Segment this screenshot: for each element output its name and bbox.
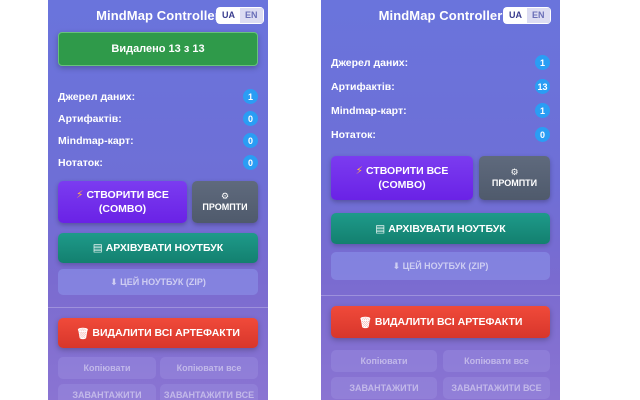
copy-button[interactable]: Копіювати xyxy=(58,357,156,379)
section-divider xyxy=(321,295,560,296)
delete-all-artifacts-button[interactable]: 🗑 ВИДАЛИТИ ВСІ АРТЕФАКТИ xyxy=(58,318,258,348)
copy-all-button[interactable]: Копіювати все xyxy=(443,350,550,372)
stat-sources-badge: 1 xyxy=(243,89,258,104)
download-label: ЗАВАНТАЖИТИ xyxy=(72,390,142,400)
stat-notes-label: Нотаток: xyxy=(331,128,376,141)
download-button[interactable]: ЗАВАНТАЖИТИ xyxy=(58,384,156,400)
stat-mindmaps-label: Mindmap-карт: xyxy=(331,104,407,117)
app-title: MindMap Controller xyxy=(378,7,503,23)
archive-notebook-button[interactable]: ▤ АРХІВУВАТИ НОУТБУК xyxy=(331,213,550,244)
delete-all-label: ВИДАЛИТИ ВСІ АРТЕФАКТИ xyxy=(374,316,523,328)
copy-all-label: Копіювати все xyxy=(464,356,529,366)
copy-label: Копіювати xyxy=(360,356,408,366)
stat-mindmaps-label: Mindmap-карт: xyxy=(58,134,134,147)
lightning-icon: ⚡ xyxy=(76,189,84,201)
extension-panel-right: MindMap Controller UA EN Джерел даних: 1… xyxy=(321,0,560,400)
language-switcher: UA EN xyxy=(216,7,264,24)
stat-sources: Джерел даних: 1 xyxy=(58,89,258,104)
screenshot-stage: MindMap Controller UA EN Видалено 13 з 1… xyxy=(0,0,640,400)
stat-notes-badge: 0 xyxy=(535,127,550,142)
delete-all-artifacts-button[interactable]: 🗑 ВИДАЛИТИ ВСІ АРТЕФАКТИ xyxy=(331,306,550,338)
panel-header: MindMap Controller UA EN xyxy=(321,0,560,30)
stat-sources: Джерел даних: 1 xyxy=(331,55,550,70)
create-all-line1: ⚡ СТВОРИТИ ВСЕ xyxy=(355,165,449,177)
create-all-line1: ⚡ СТВОРИТИ ВСЕ xyxy=(76,189,169,201)
lang-ua-button[interactable]: UA xyxy=(217,8,240,23)
stat-artifacts-badge: 13 xyxy=(535,79,550,94)
archive-icon: ▤ xyxy=(92,242,103,254)
copy-label: Копіювати xyxy=(83,363,131,373)
archive-notebook-label: АРХІВУВАТИ НОУТБУК xyxy=(105,242,224,254)
delete-all-label: ВИДАЛИТИ ВСІ АРТЕФАКТИ xyxy=(92,327,240,339)
download-label: ЗАВАНТАЖИТИ xyxy=(349,383,419,393)
stat-mindmaps-badge: 0 xyxy=(243,133,258,148)
status-banner-text: Видалено 13 з 13 xyxy=(111,43,205,55)
create-all-line2: (COMBO) xyxy=(378,179,426,191)
gear-icon: ⚙ xyxy=(510,167,519,177)
language-switcher: UA EN xyxy=(503,7,551,24)
stat-notes: Нотаток: 0 xyxy=(331,127,550,142)
stat-artifacts-label: Артифактів: xyxy=(331,80,395,93)
app-title: MindMap Controller xyxy=(96,7,220,23)
stat-notes: Нотаток: 0 xyxy=(58,155,258,170)
lang-en-button[interactable]: EN xyxy=(240,8,263,23)
download-all-button[interactable]: ЗАВАНТАЖИТИ ВСЕ xyxy=(160,384,258,400)
create-all-combo-button[interactable]: ⚡ СТВОРИТИ ВСЕ (COMBO) xyxy=(331,156,473,200)
archive-icon: ▤ xyxy=(375,222,386,235)
panel-header: MindMap Controller UA EN xyxy=(48,0,268,30)
archive-notebook-label: АРХІВУВАТИ НОУТБУК xyxy=(388,222,506,235)
copy-all-button[interactable]: Копіювати все xyxy=(160,357,258,379)
stat-artifacts-label: Артифактів: xyxy=(58,112,122,125)
trash-icon: 🗑 xyxy=(358,316,372,329)
stat-notes-label: Нотаток: xyxy=(58,156,103,169)
section-divider xyxy=(48,307,268,308)
stat-notes-badge: 0 xyxy=(243,155,258,170)
download-zip-button[interactable]: ⬇ ЦЕЙ НОУТБУК (ZIP) xyxy=(58,269,258,295)
trash-icon: 🗑 xyxy=(76,327,90,340)
stat-mindmaps: Mindmap-карт: 1 xyxy=(331,103,550,118)
download-button[interactable]: ЗАВАНТАЖИТИ xyxy=(331,377,437,399)
stat-artifacts: Артифактів: 0 xyxy=(58,111,258,126)
download-zip-label: ⬇ ЦЕЙ НОУТБУК (ZIP) xyxy=(110,276,206,287)
stat-sources-label: Джерел даних: xyxy=(331,56,409,69)
prompts-button[interactable]: ⚙ ПРОМПТИ xyxy=(192,181,258,223)
create-all-line2: (COMBO) xyxy=(98,203,147,215)
lightning-icon: ⚡ xyxy=(355,165,363,177)
create-all-combo-button[interactable]: ⚡ СТВОРИТИ ВСЕ (COMBO) xyxy=(58,181,187,223)
download-zip-label: ⬇ ЦЕЙ НОУТБУК (ZIP) xyxy=(392,260,489,271)
prompts-button[interactable]: ⚙ ПРОМПТИ xyxy=(479,156,550,200)
stat-artifacts: Артифактів: 13 xyxy=(331,79,550,94)
stat-artifacts-badge: 0 xyxy=(243,111,258,126)
download-all-button[interactable]: ЗАВАНТАЖИТИ ВСЕ xyxy=(443,377,550,399)
extension-panel-left: MindMap Controller UA EN Видалено 13 з 1… xyxy=(48,0,268,400)
stat-mindmaps-badge: 1 xyxy=(535,103,550,118)
prompts-label: ПРОМПТИ xyxy=(202,202,248,212)
stat-sources-badge: 1 xyxy=(535,55,550,70)
lang-en-button[interactable]: EN xyxy=(527,8,550,23)
copy-all-label: Копіювати все xyxy=(176,363,242,373)
stat-sources-label: Джерел даних: xyxy=(58,90,136,103)
copy-button[interactable]: Копіювати xyxy=(331,350,437,372)
prompts-label: ПРОМПТИ xyxy=(491,178,538,188)
lang-ua-button[interactable]: UA xyxy=(504,8,527,23)
archive-notebook-button[interactable]: ▤ АРХІВУВАТИ НОУТБУК xyxy=(58,233,258,263)
download-all-label: ЗАВАНТАЖИТИ ВСЕ xyxy=(451,383,542,393)
status-banner: Видалено 13 з 13 xyxy=(58,32,258,66)
gear-icon: ⚙ xyxy=(220,191,230,201)
download-all-label: ЗАВАНТАЖИТИ ВСЕ xyxy=(163,390,255,400)
stat-mindmaps: Mindmap-карт: 0 xyxy=(58,133,258,148)
download-zip-button[interactable]: ⬇ ЦЕЙ НОУТБУК (ZIP) xyxy=(331,252,550,280)
